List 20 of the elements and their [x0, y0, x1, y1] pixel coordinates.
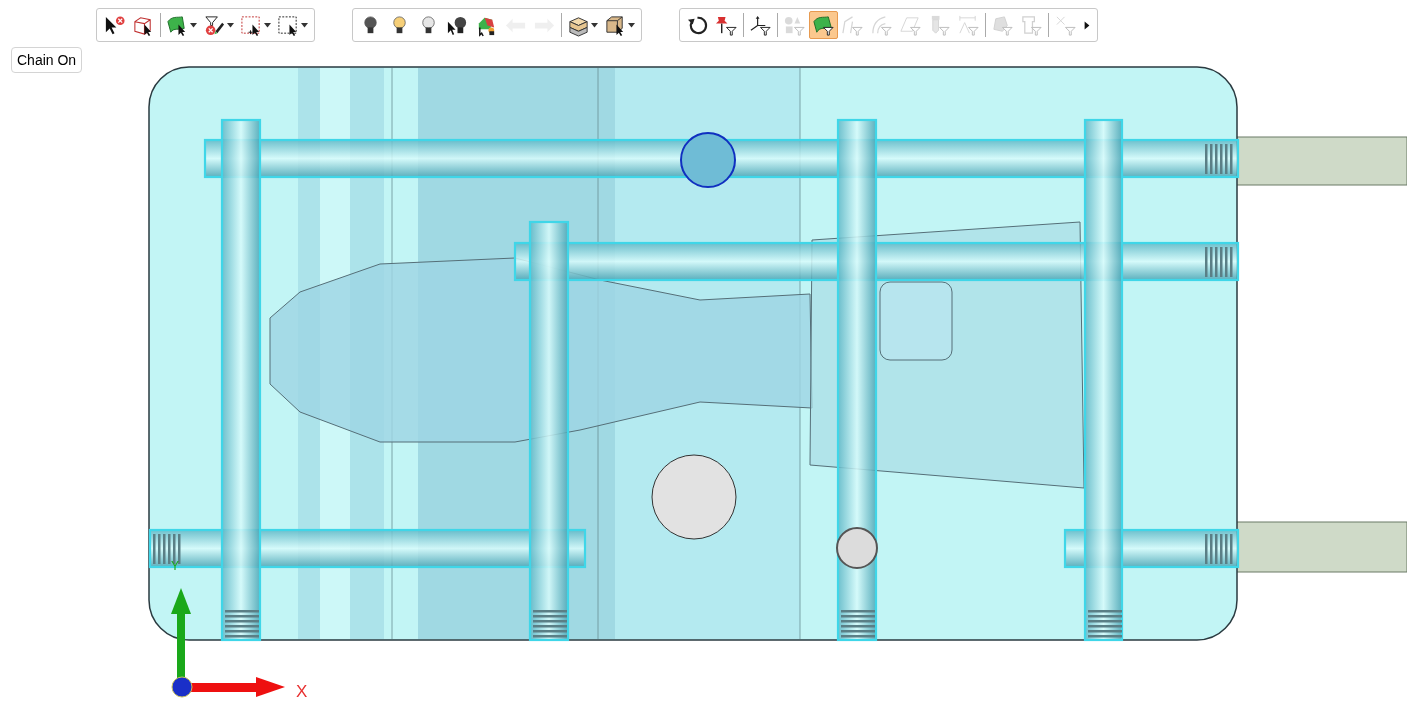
caret-icon	[301, 22, 308, 28]
chain-on-button[interactable]: Chain On	[11, 47, 83, 73]
filter-pen-icon	[203, 13, 226, 37]
x-axis-label: X	[296, 683, 308, 700]
dimension-filter-icon	[957, 13, 980, 37]
selection-window-icon	[240, 13, 263, 37]
arc-filter-icon	[870, 13, 893, 37]
caret-icon	[190, 22, 197, 28]
origin-icon	[171, 676, 193, 698]
caret-icon	[628, 22, 635, 28]
section-filter-icon	[1020, 13, 1043, 37]
axes-filter-icon	[749, 13, 772, 37]
surface-filter-icon	[812, 13, 835, 37]
caret-icon	[264, 22, 271, 28]
pointer-cancel-icon	[103, 13, 126, 37]
selection-window-icon	[277, 13, 300, 37]
shape-filter-icon	[991, 13, 1014, 37]
caret-icon	[227, 22, 234, 28]
caret-icon	[591, 22, 598, 28]
y-axis-label: Y	[171, 558, 179, 575]
